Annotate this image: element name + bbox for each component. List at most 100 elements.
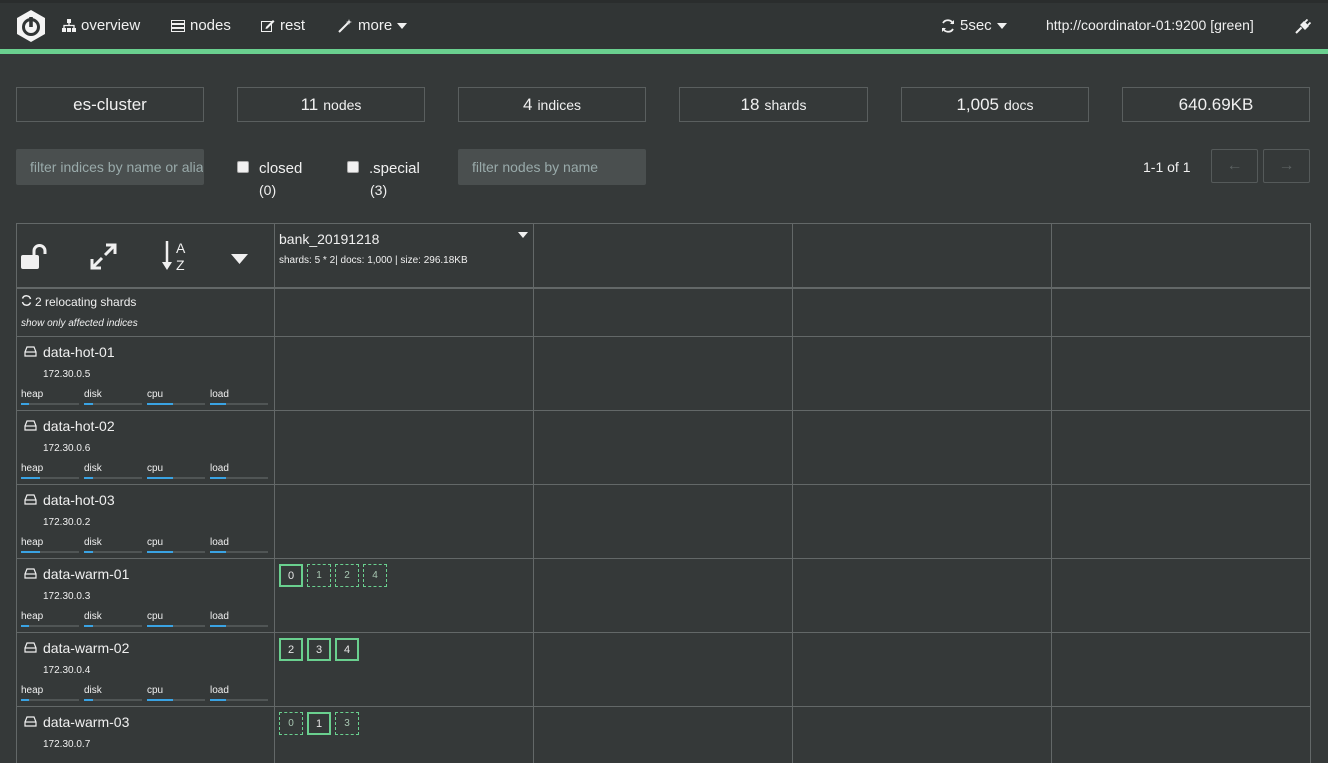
metric-load-bar — [210, 551, 268, 553]
metric-load-bar — [210, 403, 268, 405]
metric-load-label: load — [210, 611, 229, 622]
shard-number: 0 — [288, 718, 294, 729]
metric-heap-bar — [21, 625, 79, 627]
grid-row-divider — [16, 632, 1311, 633]
metric-cpu-label: cpu — [147, 611, 164, 622]
replica-shard[interactable]: 3 — [335, 712, 359, 735]
node-name-label: data-warm-02 — [43, 640, 130, 656]
indices-count: 4 — [522, 94, 533, 114]
total-size: 640.69KB — [1178, 94, 1254, 114]
metric-cpu-label: cpu — [147, 389, 164, 400]
grid-col-divider — [1310, 223, 1311, 763]
node-name[interactable]: data-warm-02 — [24, 640, 129, 656]
metric-heap-fill — [21, 699, 29, 701]
nav-overview-label: overview — [81, 17, 141, 34]
metric-disk-bar — [84, 625, 142, 627]
nodes-count-label: nodes — [323, 96, 362, 113]
metric-heap-fill — [21, 625, 29, 627]
metric-disk-fill — [84, 477, 93, 479]
shard-number: 2 — [344, 570, 350, 581]
metric-load-fill — [210, 699, 226, 701]
metric-load-bar — [210, 699, 268, 701]
special-label: .special — [369, 160, 420, 177]
relocating-shards: 2 relocating shards — [21, 295, 136, 309]
node-ip: 172.30.0.2 — [43, 517, 91, 528]
nav-nodes[interactable]: nodes — [171, 17, 231, 34]
replica-shard[interactable]: 1 — [307, 564, 331, 587]
metric-load-fill — [210, 477, 226, 479]
filter-nodes-input[interactable]: filter nodes by name — [458, 149, 646, 185]
replica-shard[interactable]: 2 — [335, 564, 359, 587]
index-name[interactable]: bank_20191218 — [279, 231, 379, 247]
metric-cpu-fill — [147, 477, 173, 479]
arrow-left-icon: ← — [1226, 157, 1243, 174]
next-page-button[interactable]: → — [1263, 149, 1310, 183]
primary-shard[interactable]: 4 — [335, 638, 359, 661]
metric-heap-fill — [21, 477, 40, 479]
docs-count: 1,005 — [956, 94, 999, 114]
node-name[interactable]: data-hot-02 — [24, 418, 115, 434]
nav-overview[interactable]: overview — [62, 17, 140, 34]
node-ip: 172.30.0.5 — [43, 369, 91, 380]
caret-down-icon[interactable] — [231, 251, 248, 269]
nodes-count: 11 — [300, 94, 319, 114]
metric-load-bar — [210, 625, 268, 627]
prev-page-button[interactable]: ← — [1211, 149, 1258, 183]
metric-heap-bar — [21, 403, 79, 405]
metric-cpu-fill — [147, 551, 173, 553]
connection-url[interactable]: http://coordinator-01:9200 [green] — [1046, 17, 1254, 33]
hdd-icon — [24, 418, 37, 434]
metric-disk-bar — [84, 699, 142, 701]
nav-nodes-label: nodes — [190, 17, 231, 34]
grid-col-divider — [1051, 223, 1052, 763]
replica-shard[interactable]: 4 — [363, 564, 387, 587]
refresh-interval-dropdown[interactable]: 5sec — [941, 17, 1007, 34]
arrow-right-icon: → — [1278, 157, 1295, 174]
primary-shard[interactable]: 1 — [307, 712, 331, 735]
node-ip: 172.30.0.3 — [43, 591, 91, 602]
cerebro-logo-icon[interactable] — [15, 9, 47, 43]
server-icon — [171, 19, 185, 32]
metric-cpu-bar — [147, 403, 205, 405]
metric-disk-bar — [84, 551, 142, 553]
index-meta: shards: 5 * 2| docs: 1,000 | size: 296.1… — [279, 255, 468, 266]
node-ip: 172.30.0.6 — [43, 443, 91, 454]
shards-count: 18 — [740, 94, 760, 114]
node-name-label: data-hot-03 — [43, 492, 115, 508]
cluster-name: es-cluster — [73, 94, 147, 114]
nav-more-label: more — [358, 17, 393, 34]
disconnect-button[interactable] — [1295, 19, 1311, 35]
metric-heap-fill — [21, 403, 29, 405]
metric-disk-label: disk — [84, 537, 102, 548]
refresh-icon — [941, 18, 955, 33]
node-name[interactable]: data-warm-01 — [24, 566, 129, 582]
replica-shard[interactable]: 0 — [279, 712, 303, 735]
metric-cpu-bar — [147, 551, 205, 553]
nav-more-dropdown[interactable]: more — [338, 17, 408, 34]
node-name-label: data-hot-02 — [43, 418, 115, 434]
node-name[interactable]: data-hot-01 — [24, 344, 115, 360]
closed-checkbox[interactable] — [237, 161, 249, 173]
edit-icon — [261, 19, 275, 32]
show-affected-indices-link[interactable]: show only affected indices — [21, 318, 138, 329]
index-caret-down-icon[interactable] — [518, 232, 528, 238]
filter-indices-input[interactable]: filter indices by name or aliases — [16, 149, 204, 185]
metric-cpu-bar — [147, 699, 205, 701]
node-name[interactable]: data-hot-03 — [24, 492, 115, 508]
docs-count-label: docs — [1003, 96, 1034, 113]
metric-cpu-fill — [147, 403, 173, 405]
hdd-icon — [24, 640, 37, 656]
nav-rest[interactable]: rest — [261, 17, 305, 34]
unlock-icon[interactable] — [21, 244, 49, 275]
connection-url-label: http://coordinator-01:9200 [green] — [1046, 17, 1254, 33]
filter-indices-placeholder: filter indices by name or aliases — [30, 159, 204, 175]
shard-number: 3 — [344, 718, 350, 729]
primary-shard[interactable]: 3 — [307, 638, 331, 661]
primary-shard[interactable]: 0 — [279, 564, 303, 587]
cluster-name-box: es-cluster — [16, 87, 204, 122]
primary-shard[interactable]: 2 — [279, 638, 303, 661]
special-checkbox[interactable] — [347, 161, 359, 173]
expand-icon[interactable] — [90, 243, 117, 275]
sort-alpha-icon[interactable]: AZ — [161, 239, 189, 278]
node-name[interactable]: data-warm-03 — [24, 714, 129, 730]
